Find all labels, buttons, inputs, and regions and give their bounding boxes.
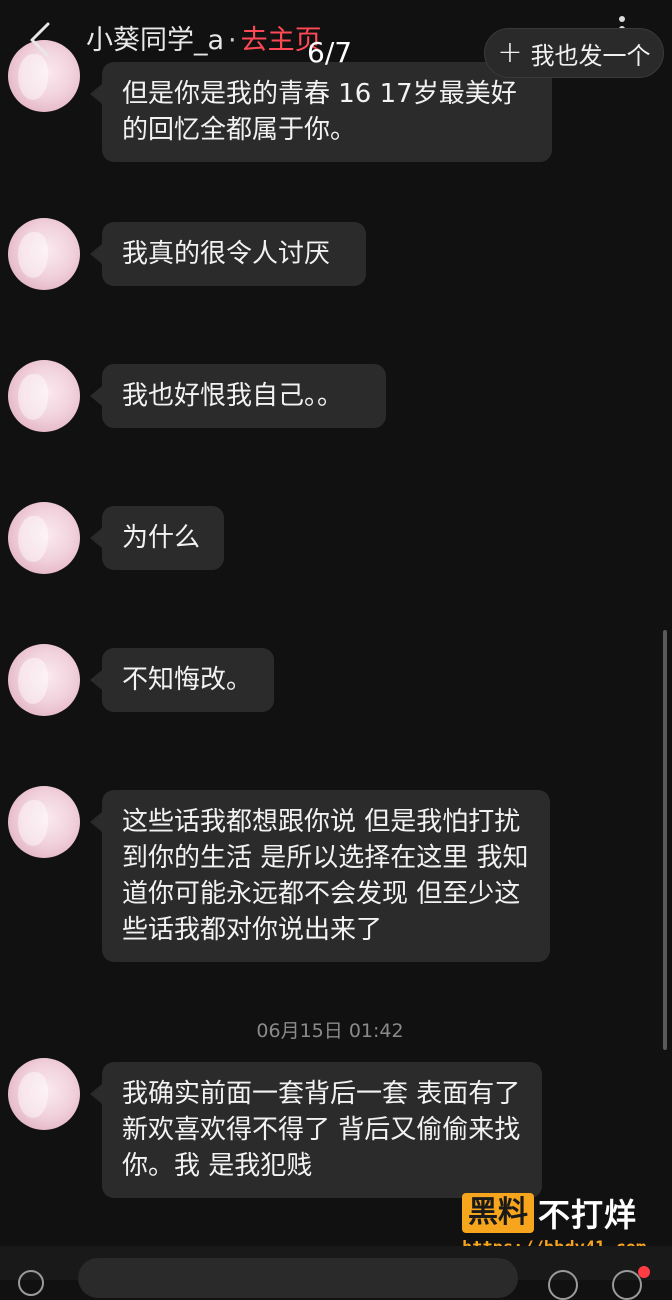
message-bubble: 这些话我都想跟你说 但是我怕打扰到你的生活 是所以选择在这里 我知道你可能永远都… — [90, 790, 550, 962]
comment-icon[interactable] — [18, 1270, 44, 1296]
message-text: 不知悔改。 — [122, 665, 253, 695]
message-bubble: 我也好恨我自己。。 — [90, 364, 386, 428]
post-also-label: 我也发一个 — [530, 41, 651, 70]
message-bubble: 不知悔改。 — [90, 648, 274, 712]
message-bubble: 我真的很令人讨厌 — [90, 222, 366, 286]
avatar[interactable] — [8, 218, 80, 290]
avatar[interactable] — [8, 644, 80, 716]
like-icon[interactable] — [548, 1270, 578, 1300]
message-text: 我真的很令人讨厌 — [122, 239, 331, 269]
page-counter: 6/7 — [307, 36, 353, 69]
message-text: 这些话我都想跟你说 但是我怕打扰到你的生活 是所以选择在这里 我知道你可能永远都… — [122, 807, 529, 945]
comment-input[interactable] — [78, 1258, 518, 1298]
message-bubble: 为什么 — [90, 506, 224, 570]
notification-dot — [638, 1266, 650, 1278]
message-text: 我确实前面一套背后一套 表面有了新欢喜欢得不得了 背后又偷偷来找你。我 是我犯贱 — [122, 1079, 521, 1181]
scrollbar[interactable] — [663, 630, 667, 1050]
back-button[interactable] — [22, 20, 58, 60]
avatar[interactable] — [8, 786, 80, 858]
watermark-text: 不打烊 — [538, 1196, 638, 1234]
message-text: 我也好恨我自己。。 — [122, 381, 344, 411]
watermark-logo: 黑料 不打烊 — [462, 1190, 662, 1236]
plus-icon: + — [497, 35, 523, 70]
title-area: 小葵同学_a · 去主页 — [86, 18, 322, 57]
message-text: 但是你是我的青春 16 17岁最美好的回忆全都属于你。 — [122, 79, 517, 145]
avatar[interactable] — [8, 502, 80, 574]
top-bar: 小葵同学_a · 去主页 6/7 + 我也发一个 — [0, 0, 672, 80]
post-also-button[interactable]: + 我也发一个 — [484, 28, 664, 78]
title-separator: · — [228, 25, 237, 56]
chevron-left-icon — [30, 22, 50, 58]
message-timestamp: 06月15日 01:42 — [256, 1020, 404, 1042]
collect-icon[interactable] — [612, 1270, 642, 1300]
username[interactable]: 小葵同学_a — [86, 25, 224, 56]
more-vertical-icon — [619, 16, 625, 22]
message-bubble: 我确实前面一套背后一套 表面有了新欢喜欢得不得了 背后又偷偷来找你。我 是我犯贱 — [90, 1062, 542, 1198]
avatar[interactable] — [8, 360, 80, 432]
avatar[interactable] — [8, 1058, 80, 1130]
message-text: 为什么 — [122, 523, 201, 553]
watermark-badge: 黑料 — [462, 1193, 534, 1233]
